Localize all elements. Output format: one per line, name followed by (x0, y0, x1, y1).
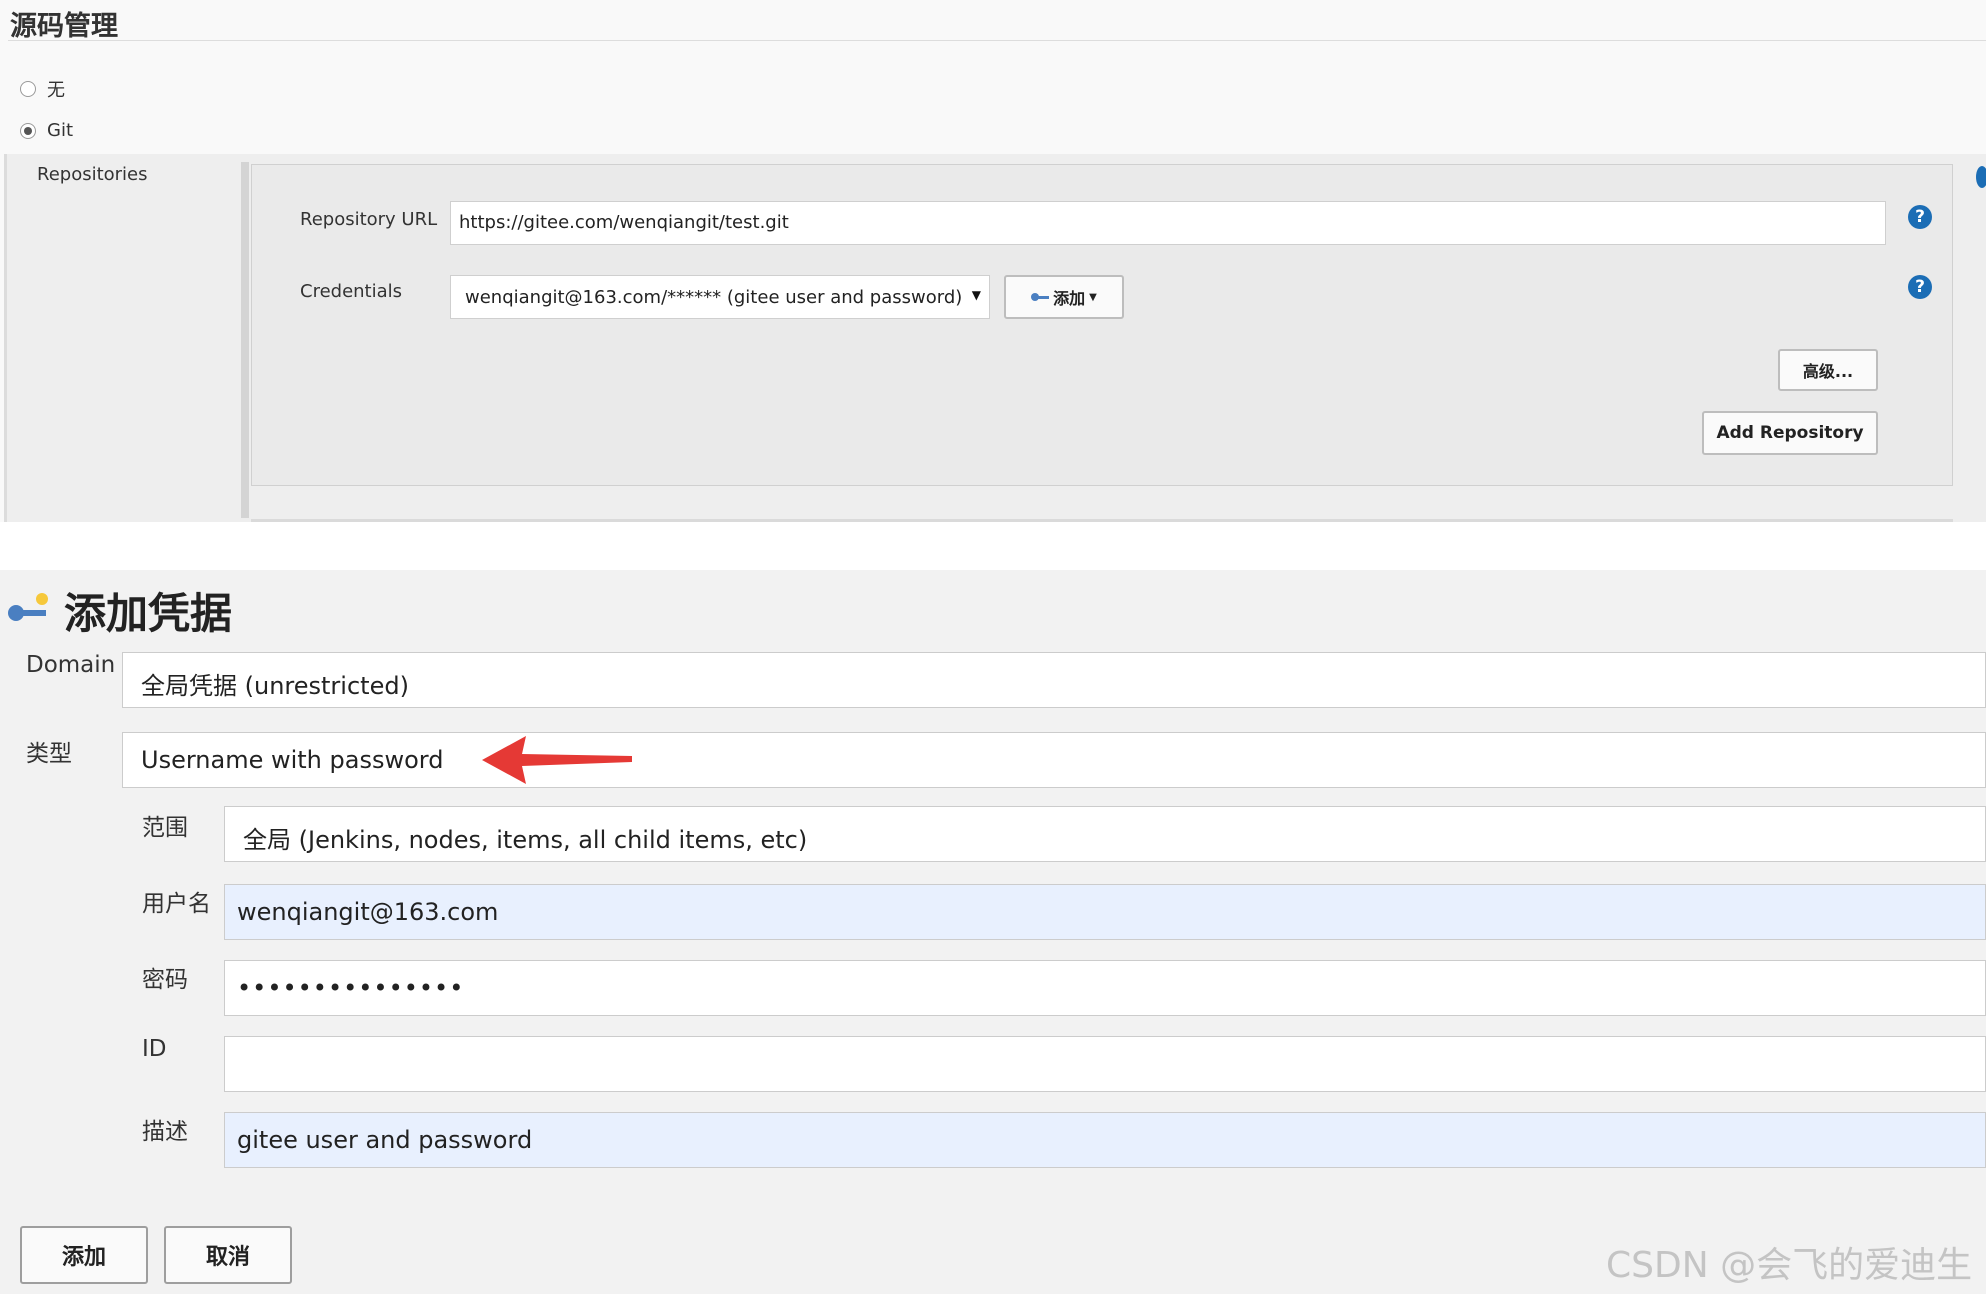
description-input[interactable]: gitee user and password (224, 1112, 1986, 1168)
repository-box-divider (251, 519, 1953, 522)
key-icon (1031, 292, 1050, 302)
add-credentials-panel: 添加凭据 Domain 全局凭据 (unrestricted) 类型 Usern… (0, 570, 1986, 1294)
chevron-down-icon: ▼ (1089, 291, 1097, 303)
repositories-section: Repositories Repository URL https://gite… (4, 154, 1986, 522)
help-icon[interactable]: ? (1908, 205, 1932, 229)
credentials-selected-value: wenqiangit@163.com/****** (gitee user an… (465, 287, 963, 308)
source-control-panel: 源码管理 无 Git Repositories Repository URL h… (0, 0, 1986, 522)
help-icon-partial[interactable] (1976, 166, 1986, 188)
password-label: 密码 (142, 967, 188, 993)
section-title: 源码管理 (10, 11, 118, 42)
watermark: CSDN @会飞的爱迪生 (1606, 1245, 1973, 1286)
add-credentials-button[interactable]: 添加 ▼ (1004, 275, 1124, 319)
advanced-button[interactable]: 高级... (1778, 349, 1878, 391)
red-arrow-annotation (482, 736, 632, 784)
id-input[interactable] (224, 1036, 1986, 1092)
radio-label: 无 (47, 80, 65, 101)
type-label: 类型 (26, 741, 72, 767)
page-title-row: 添加凭据 (8, 580, 232, 641)
radio-option-git[interactable]: Git (20, 120, 73, 141)
scope-label: 范围 (142, 815, 188, 841)
repositories-label: Repositories (37, 164, 148, 185)
dropdown-arrow-icon: ▼ (971, 288, 981, 302)
repository-drag-handle[interactable] (241, 162, 249, 518)
domain-label: Domain (26, 652, 116, 678)
cancel-button[interactable]: 取消 (164, 1226, 292, 1284)
radio-label: Git (47, 120, 74, 141)
radio-button[interactable] (20, 81, 36, 97)
radio-button-selected[interactable] (20, 122, 36, 139)
password-input[interactable]: ••••••••••••••• (224, 960, 1986, 1016)
scope-select[interactable]: 全局 (Jenkins, nodes, items, all child ite… (224, 806, 1986, 862)
page-title: 添加凭据 (64, 589, 233, 638)
help-icon[interactable]: ? (1908, 275, 1932, 299)
repository-url-input[interactable]: https://gitee.com/wenqiangit/test.git (450, 201, 1886, 245)
add-credentials-label: 添加 (1053, 289, 1086, 308)
repository-url-label: Repository URL (300, 209, 438, 230)
id-label: ID (142, 1036, 167, 1062)
add-repository-button[interactable]: Add Repository (1702, 411, 1878, 455)
username-label: 用户名 (142, 891, 211, 917)
add-button[interactable]: 添加 (20, 1226, 148, 1284)
type-select[interactable]: Username with password (122, 732, 1986, 788)
domain-select[interactable]: 全局凭据 (unrestricted) (122, 652, 1986, 708)
radio-option-none[interactable]: 无 (20, 76, 65, 102)
description-label: 描述 (142, 1119, 188, 1145)
credentials-label: Credentials (300, 281, 403, 302)
repository-box: Repository URL https://gitee.com/wenqian… (251, 164, 1953, 486)
section-divider (8, 40, 1986, 41)
credentials-select[interactable]: wenqiangit@163.com/****** (gitee user an… (450, 275, 990, 319)
credentials-key-icon (8, 591, 50, 631)
username-input[interactable]: wenqiangit@163.com (224, 884, 1986, 940)
